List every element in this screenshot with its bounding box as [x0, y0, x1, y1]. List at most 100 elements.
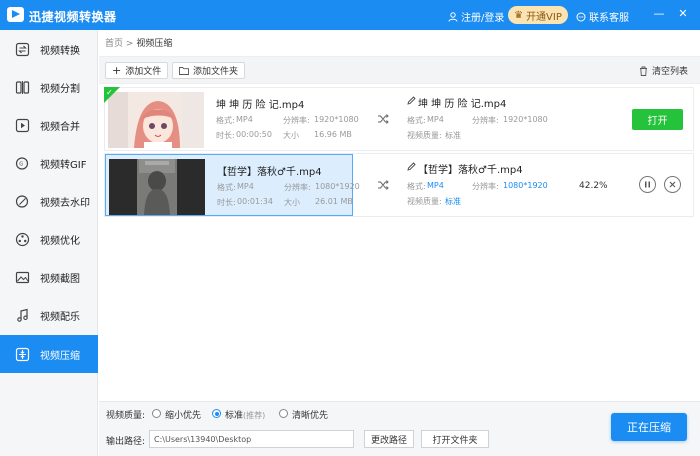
add-file-button[interactable]: + 添加文件 [105, 62, 169, 79]
sidebar-item-label: 视频配乐 [40, 311, 80, 323]
watermark-icon [14, 193, 30, 209]
output-resolution: 1080*1920 [503, 181, 548, 190]
breadcrumb-home[interactable]: 首页 [105, 39, 123, 49]
quality-option-clear[interactable]: 清晰优先 [292, 408, 328, 421]
output-format: MP4 [427, 181, 444, 190]
gif-icon: G [14, 155, 30, 171]
source-format-label: 格式: [217, 183, 236, 192]
pause-icon [645, 181, 650, 188]
app-title: 迅捷视频转换器 [29, 10, 117, 24]
output-quality-label: 视频质量: [407, 131, 442, 140]
sidebar-item-label: 视频合并 [40, 121, 80, 133]
music-icon [14, 307, 30, 323]
sidebar-item-label: 视频优化 [40, 235, 80, 247]
source-resolution-label: 分辨率: [283, 116, 310, 125]
customer-service-link[interactable]: 联系客服 [576, 9, 629, 24]
close-button[interactable]: ✕ [676, 7, 690, 21]
output-resolution-label: 分辨率: [472, 182, 499, 191]
output-format-label: 格式: [407, 116, 426, 125]
clear-list-button[interactable]: 清空列表 [632, 62, 695, 79]
output-path-label: 输出路径: [106, 437, 146, 447]
edit-icon[interactable] [407, 96, 416, 106]
sidebar-item-optimize[interactable]: 视频优化 [0, 220, 98, 258]
shuffle-icon [378, 180, 389, 190]
pause-button[interactable] [639, 176, 656, 193]
change-path-button[interactable]: 更改路径 [364, 430, 414, 448]
sidebar-item-merge[interactable]: 视频合并 [0, 106, 98, 144]
source-format-label: 格式: [216, 116, 235, 125]
open-folder-button[interactable]: 打开文件夹 [421, 430, 489, 448]
minimize-button[interactable]: — [652, 7, 666, 21]
sidebar-item-label: 视频去水印 [40, 197, 90, 209]
sidebar-item-gif[interactable]: G 视频转GIF [0, 144, 98, 182]
sidebar-item-label: 视频截图 [40, 273, 80, 285]
sidebar-item-convert[interactable]: 视频转换 [0, 30, 98, 68]
task-source: ✓ 坤 坤 历 险 记.mp4 格式: MP4 分辨率: 1920*1080 时… [104, 87, 359, 150]
login-link[interactable]: 注册/登录 [448, 9, 504, 24]
crown-icon: ♛ [514, 9, 524, 21]
add-folder-button[interactable]: 添加文件夹 [172, 62, 246, 79]
add-folder-label: 添加文件夹 [193, 67, 239, 77]
screenshot-icon [14, 269, 30, 285]
source-file-name: 坤 坤 历 险 记.mp4 [216, 100, 305, 111]
source-size: 16.96 MB [314, 130, 352, 139]
cancel-task-button[interactable] [664, 176, 681, 193]
progress-percent: 42.2% [579, 181, 608, 191]
output-file-name: 【哲学】落秋♂千.mp4 [418, 165, 523, 176]
output-resolution: 1920*1080 [503, 115, 548, 124]
source-format: MP4 [236, 115, 253, 124]
sidebar-item-screenshot[interactable]: 视频截图 [0, 258, 98, 296]
quality-radio-clear[interactable] [279, 409, 288, 418]
quality-radio-standard[interactable] [212, 409, 221, 418]
sidebar-item-compress[interactable]: 视频压缩 [0, 335, 98, 373]
app-logo-icon [7, 7, 24, 22]
service-label: 联系客服 [589, 13, 629, 24]
source-size-label: 大小 [284, 198, 300, 207]
output-format: MP4 [427, 115, 444, 124]
recommended-note: (推荐) [243, 411, 266, 420]
split-icon [14, 79, 30, 95]
source-duration: 00:01:34 [237, 197, 273, 206]
quality-standard-label: 标准 [225, 411, 244, 421]
quality-option-small[interactable]: 缩小优先 [165, 408, 201, 421]
source-resolution: 1920*1080 [314, 115, 359, 124]
quality-option-standard[interactable]: 标准(推荐) [225, 408, 265, 421]
output-quality-select[interactable]: 标准 [445, 196, 461, 207]
task-row[interactable]: 【哲学】落秋♂千.mp4 格式: MP4 分辨率: 1080*1920 时长: … [104, 153, 694, 217]
edit-icon[interactable] [407, 162, 416, 172]
source-resolution: 1080*1920 [315, 182, 360, 191]
output-resolution-select[interactable]: 1080*1920 [503, 181, 548, 190]
sidebar: 视频转换 视频分割 视频合并 G 视频转GIF 视频去水印 视频优化 视频截图 … [0, 30, 98, 456]
quality-radio-small[interactable] [152, 409, 161, 418]
plus-icon: + [112, 64, 122, 77]
sidebar-item-label: 视频转GIF [40, 159, 87, 171]
check-icon: ✓ [106, 88, 113, 97]
vip-button[interactable]: ♛ 开通VIP [508, 6, 568, 24]
add-file-label: 添加文件 [125, 67, 162, 77]
source-duration-label: 时长: [217, 198, 236, 207]
output-file-name: 坤 坤 历 险 记.mp4 [418, 99, 507, 110]
output-quality-label: 视频质量: [407, 197, 442, 206]
chat-icon [576, 12, 586, 21]
breadcrumb-separator: > [125, 39, 134, 49]
user-icon [448, 11, 458, 22]
source-file-name: 【哲学】落秋♂千.mp4 [217, 167, 322, 178]
folder-icon [179, 67, 189, 75]
output-format-select[interactable]: MP4 [427, 181, 444, 190]
task-source: 【哲学】落秋♂千.mp4 格式: MP4 分辨率: 1080*1920 时长: … [105, 154, 360, 216]
sidebar-item-watermark[interactable]: 视频去水印 [0, 182, 98, 220]
merge-icon [14, 117, 30, 133]
sidebar-item-music[interactable]: 视频配乐 [0, 296, 98, 334]
convert-icon [14, 41, 30, 57]
breadcrumb-current: 视频压缩 [136, 39, 173, 49]
toolbar: + 添加文件 添加文件夹 清空列表 [99, 56, 700, 84]
quality-label: 视频质量: [106, 411, 146, 421]
sidebar-item-split[interactable]: 视频分割 [0, 68, 98, 106]
compress-button[interactable]: 正在压缩 [611, 413, 687, 441]
task-row[interactable]: ✓ 坤 坤 历 险 记.mp4 格式: MP4 分辨率: 1920*1080 时… [104, 87, 694, 151]
output-path-input[interactable] [149, 430, 354, 448]
open-button[interactable]: 打开 [632, 109, 683, 130]
trash-icon [640, 66, 647, 76]
clear-list-label: 清空列表 [652, 67, 689, 77]
sidebar-item-label: 视频分割 [40, 83, 80, 95]
